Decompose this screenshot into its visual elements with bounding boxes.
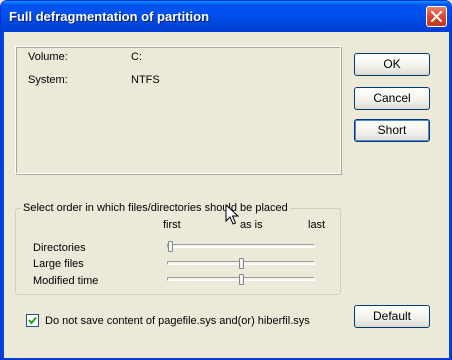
- volume-value: C:: [131, 51, 142, 63]
- system-label: System:: [28, 74, 68, 86]
- title-bar[interactable]: Full defragmentation of partition: [1, 1, 451, 32]
- partition-info-panel: [15, 46, 341, 174]
- volume-label: Volume:: [28, 51, 68, 63]
- mouse-pointer-icon: [225, 204, 239, 225]
- default-button[interactable]: Default: [354, 305, 430, 328]
- close-icon: [431, 11, 442, 22]
- dialog-window: Full defragmentation of partition Volume…: [0, 0, 452, 360]
- modified-time-label: Modified time: [33, 275, 99, 287]
- pagefile-checkbox[interactable]: [26, 314, 39, 327]
- large-files-label: Large files: [33, 258, 84, 270]
- placement-order-caption: Select order in which files/directories …: [21, 202, 290, 214]
- checkmark-icon: [28, 316, 37, 325]
- window-title: Full defragmentation of partition: [9, 9, 210, 24]
- cancel-button[interactable]: Cancel: [354, 87, 430, 110]
- short-button[interactable]: Short: [354, 119, 430, 142]
- large-files-slider-thumb[interactable]: [238, 258, 244, 269]
- column-as-is-label: as is: [240, 219, 263, 231]
- directories-label: Directories: [33, 242, 86, 254]
- pagefile-checkbox-label[interactable]: Do not save content of pagefile.sys and(…: [45, 315, 310, 327]
- directories-slider-thumb[interactable]: [168, 241, 173, 252]
- modified-time-slider-thumb[interactable]: [238, 274, 244, 285]
- close-button[interactable]: [426, 6, 447, 27]
- directories-slider-track[interactable]: [167, 244, 315, 248]
- window-frame-left: [1, 32, 4, 359]
- system-value: NTFS: [131, 74, 160, 86]
- column-last-label: last: [308, 219, 326, 231]
- ok-button[interactable]: OK: [354, 53, 430, 76]
- column-first-label: first: [163, 219, 181, 231]
